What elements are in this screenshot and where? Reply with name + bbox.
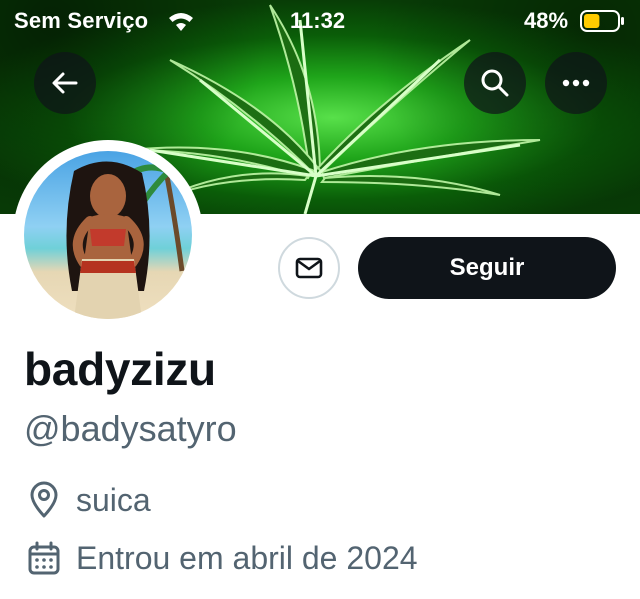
search-button[interactable] (464, 52, 526, 114)
follow-button[interactable]: Seguir (358, 237, 616, 299)
battery-fill (584, 14, 600, 28)
joined-row: Entrou em abril de 2024 (24, 538, 418, 578)
location-pin-icon (24, 480, 64, 520)
location-row: suica (24, 480, 151, 520)
arrow-left-icon (52, 72, 78, 94)
location-text: suica (76, 481, 151, 518)
joined-text: Entrou em abril de 2024 (76, 539, 418, 576)
wifi-icon (166, 9, 196, 39)
back-button[interactable] (34, 52, 96, 114)
avatar-image (24, 151, 192, 319)
carrier-label: Sem Serviço (14, 8, 149, 33)
clock-time: 11:32 (290, 8, 346, 33)
calendar-icon (24, 538, 64, 578)
battery-percent: 48% (524, 8, 569, 33)
avatar[interactable] (13, 140, 203, 330)
username-handle: @badysatyro (24, 408, 237, 449)
more-button[interactable] (545, 52, 607, 114)
battery-icon (580, 9, 626, 39)
status-bar: Sem Serviço 11:32 48% (0, 0, 640, 44)
message-button[interactable] (278, 237, 340, 299)
display-name: badyzizu (24, 343, 216, 395)
search-icon (481, 69, 509, 97)
more-dots-icon (562, 79, 590, 87)
envelope-icon (295, 257, 323, 279)
